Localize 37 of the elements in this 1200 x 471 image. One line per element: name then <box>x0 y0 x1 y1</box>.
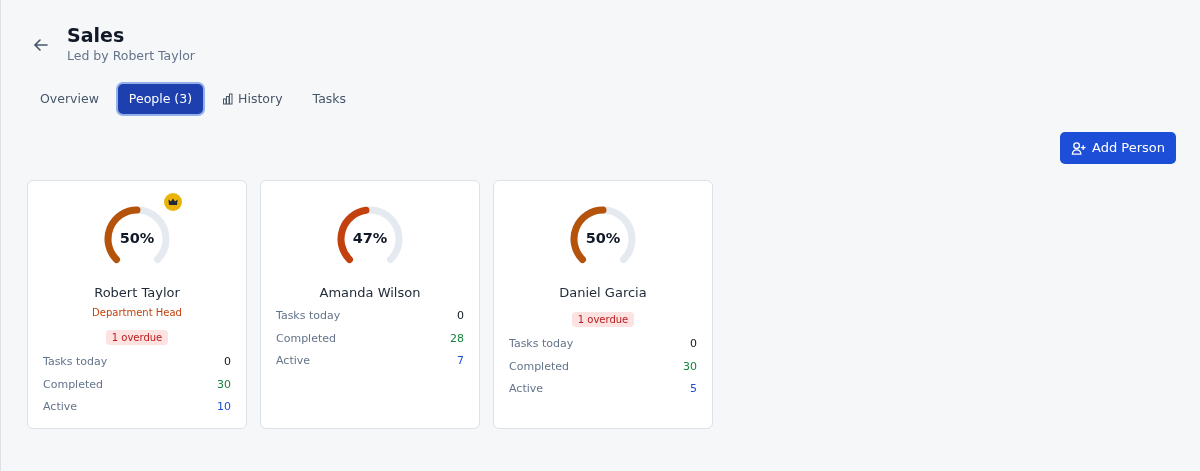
person-name: Robert Taylor <box>93 283 181 302</box>
overdue-tag: 1 overdue <box>105 330 169 346</box>
stat-label: Completed <box>43 376 103 393</box>
stat-label: Tasks today <box>43 354 108 371</box>
stat-value: 0 <box>690 336 697 353</box>
tab[interactable]: Overview <box>27 81 112 117</box>
stat-value: 30 <box>683 358 697 375</box>
overdue-tag: 1 overdue <box>571 312 635 328</box>
role-label: Department Head <box>91 306 183 321</box>
stat-label: Tasks today <box>509 336 574 353</box>
percent-label: 50% <box>119 228 155 248</box>
stat-label: Active <box>509 381 544 398</box>
stat-value: 0 <box>224 354 231 371</box>
stat-label: Active <box>276 353 311 370</box>
stat-label: Tasks today <box>276 308 341 325</box>
stat-label: Completed <box>276 330 336 347</box>
stat-label: Completed <box>509 358 569 375</box>
tab[interactable]: People (3) <box>115 81 206 117</box>
stat-value: 30 <box>217 376 231 393</box>
add-person-button[interactable]: Add Person <box>1060 132 1176 164</box>
stat-value: 5 <box>690 381 697 398</box>
person-name: Amanda Wilson <box>318 283 422 302</box>
tab[interactable]: History <box>209 81 296 117</box>
percent-label: 47% <box>352 228 388 248</box>
percent-label: 50% <box>585 228 621 248</box>
tab[interactable]: Tasks <box>299 81 360 117</box>
stat-label: Active <box>43 399 78 416</box>
stat-value: 7 <box>457 353 464 370</box>
person-name: Daniel Garcia <box>558 283 648 302</box>
stat-value: 10 <box>217 399 231 416</box>
progress-ring-track <box>570 206 636 263</box>
stat-value: 0 <box>457 308 464 325</box>
add-user-icon <box>1071 140 1086 156</box>
page-title: Sales <box>67 24 126 47</box>
progress-ring-track <box>104 206 170 263</box>
page-subtitle: Led by Robert Taylor <box>67 46 195 65</box>
stat-value: 28 <box>450 330 464 347</box>
